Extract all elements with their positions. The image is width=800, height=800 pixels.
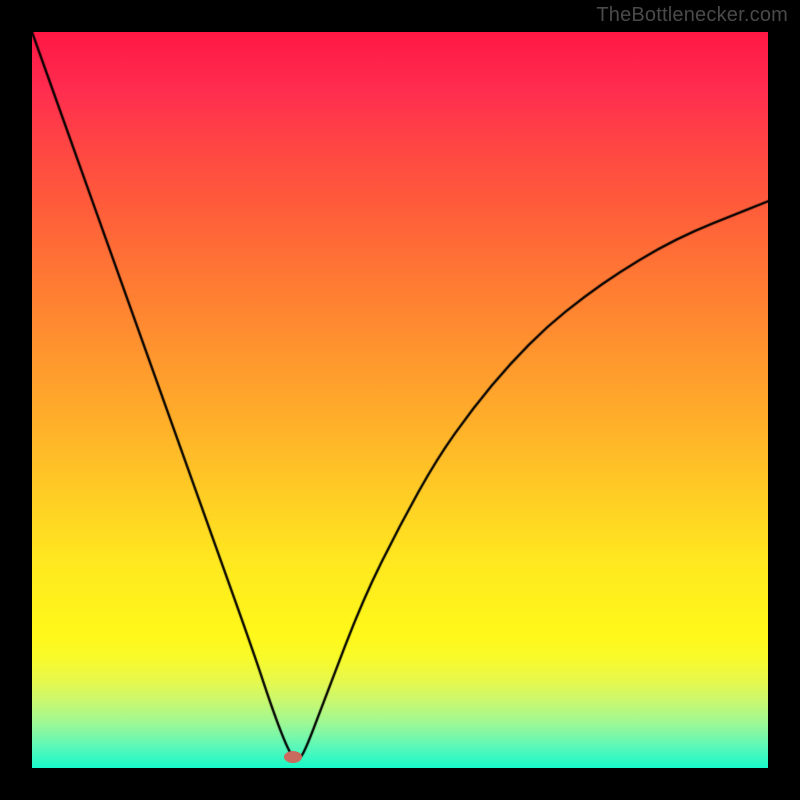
watermark-text: TheBottlenecker.com <box>596 4 788 27</box>
bottleneck-curve <box>32 32 768 768</box>
optimal-point-marker <box>284 751 302 763</box>
chart-plot-area <box>32 32 768 768</box>
